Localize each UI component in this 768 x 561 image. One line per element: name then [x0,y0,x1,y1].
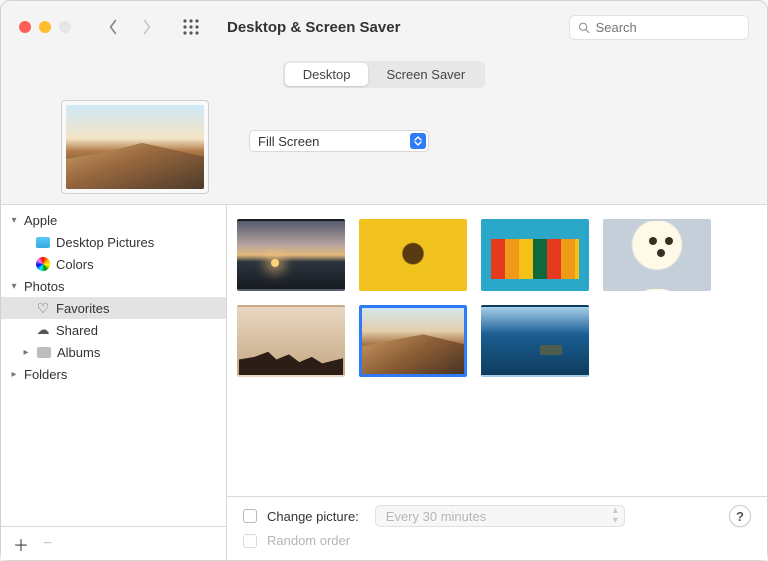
fill-mode-label: Fill Screen [258,134,319,149]
sidebar-item-albums[interactable]: ▸ Albums [1,341,226,363]
search-icon [578,21,590,34]
gallery-footer: Change picture: Every 30 minutes ▴▾ ? Ra… [227,496,767,560]
source-tree: ▾ Apple Desktop Pictures Colors ▾ Photos… [1,205,226,526]
gallery-thumbnail[interactable] [359,219,467,291]
sidebar-item-label: Colors [56,257,94,272]
search-field[interactable] [569,15,749,40]
change-interval-select[interactable]: Every 30 minutes ▴▾ [375,505,625,527]
group-label: Apple [24,213,57,228]
sidebar-item-label: Desktop Pictures [56,235,154,250]
toolbar: Desktop & Screen Saver [1,1,767,53]
sidebar-footer: ＋ − [1,526,226,560]
chevron-right-icon[interactable]: ▸ [9,369,19,380]
sidebar-item-shared[interactable]: ☁︎ Shared [1,319,226,341]
gallery-scroll[interactable] [227,205,767,496]
folder-icon [35,234,51,250]
change-picture-label: Change picture: [267,509,359,524]
gallery-thumbnail[interactable] [237,219,345,291]
help-button[interactable]: ? [729,505,751,527]
minimize-window-button[interactable] [39,21,51,33]
gallery-thumbnail[interactable] [481,219,589,291]
search-input[interactable] [596,20,740,35]
window-controls [19,21,71,33]
chevron-down-icon[interactable]: ▾ [9,281,19,292]
change-interval-label: Every 30 minutes [386,509,486,524]
gallery-thumbnail[interactable] [481,305,589,377]
picture-gallery: Change picture: Every 30 minutes ▴▾ ? Ra… [227,205,767,560]
preview-thumbnail [66,105,204,189]
show-all-button[interactable] [179,15,203,39]
random-order-label: Random order [267,533,350,548]
close-window-button[interactable] [19,21,31,33]
change-picture-checkbox[interactable] [243,509,257,523]
gallery-thumbnail[interactable] [603,219,711,291]
heart-icon: ♡ [35,300,51,316]
gallery-row [237,219,757,291]
random-order-row: Random order [243,533,751,548]
gallery-thumbnail-selected[interactable] [359,305,467,377]
chevron-down-icon[interactable]: ▾ [9,215,19,226]
chevron-updown-icon: ▴▾ [613,506,618,526]
tab-bar: Desktop Screen Saver [1,53,767,94]
gallery-thumbnail[interactable] [237,305,345,377]
add-source-button[interactable]: ＋ [13,532,29,556]
sidebar-item-label: Shared [56,323,98,338]
sidebar-item-colors[interactable]: Colors [1,253,226,275]
sidebar-item-favorites[interactable]: ♡ Favorites [1,297,226,319]
random-order-checkbox[interactable] [243,534,257,548]
change-picture-row: Change picture: Every 30 minutes ▴▾ ? [243,505,751,527]
group-folders[interactable]: ▸ Folders [1,363,226,385]
color-wheel-icon [35,256,51,272]
main-split: ▾ Apple Desktop Pictures Colors ▾ Photos… [1,204,767,560]
forward-button[interactable] [135,15,159,39]
sidebar-item-label: Albums [57,345,100,360]
zoom-window-button[interactable] [59,21,71,33]
folder-icon [36,344,52,360]
fill-mode-select[interactable]: Fill Screen [249,130,429,152]
window-title: Desktop & Screen Saver [227,19,400,36]
preferences-window: Desktop & Screen Saver Desktop Screen Sa… [0,0,768,561]
tab-screen-saver[interactable]: Screen Saver [368,63,483,86]
back-button[interactable] [101,15,125,39]
current-desktop-preview [61,100,209,194]
sidebar-item-desktop-pictures[interactable]: Desktop Pictures [1,231,226,253]
remove-source-button[interactable]: − [43,535,52,553]
group-label: Folders [24,367,67,382]
group-photos[interactable]: ▾ Photos [1,275,226,297]
cloud-icon: ☁︎ [35,322,51,338]
segmented-control: Desktop Screen Saver [283,61,485,88]
gallery-row [237,305,757,377]
sidebar-item-label: Favorites [56,301,109,316]
chevron-right-icon[interactable]: ▸ [21,347,31,358]
preview-row: Fill Screen [1,94,767,204]
tab-desktop[interactable]: Desktop [285,63,369,86]
group-label: Photos [24,279,64,294]
chevron-updown-icon [410,133,426,149]
group-apple[interactable]: ▾ Apple [1,209,226,231]
source-sidebar: ▾ Apple Desktop Pictures Colors ▾ Photos… [1,205,227,560]
